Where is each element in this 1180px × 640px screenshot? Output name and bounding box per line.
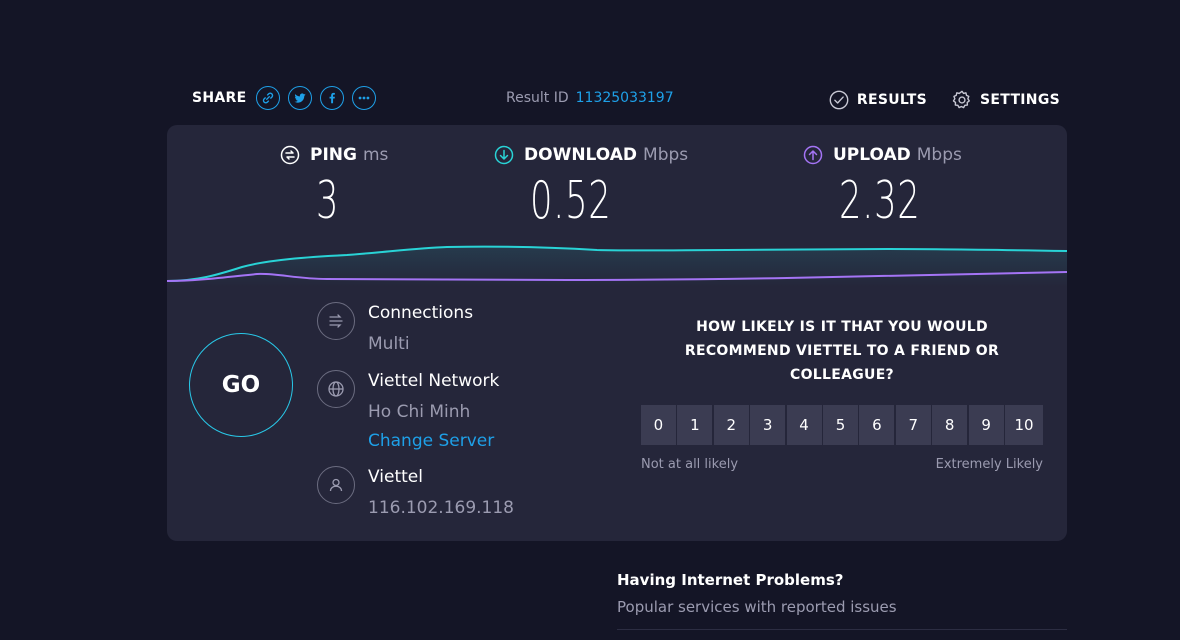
connections-info: Connections Multi [317,302,473,355]
connections-title: Connections [368,303,474,323]
isp-info: Viettel 116.102.169.118 [317,466,514,519]
rating-scale: 0 1 2 3 4 5 6 7 8 9 10 [641,405,1043,445]
change-server-link[interactable]: Change Server [368,430,499,452]
scale-low-label: Not at all likely [641,457,739,472]
rating-button-10[interactable]: 10 [1005,405,1043,445]
twitter-icon[interactable] [288,86,313,110]
rating-button-8[interactable]: 8 [932,405,968,445]
globe-icon [317,370,355,408]
ping-icon [280,145,300,165]
upload-value: 2.32 [839,171,921,231]
rating-button-7[interactable]: 7 [895,405,931,445]
scale-high-label: Extremely Likely [935,457,1043,472]
top-nav: RESULTS SETTINGS [804,84,1060,116]
gear-icon [952,90,970,109]
download-icon [494,145,514,165]
facebook-icon[interactable] [320,86,345,110]
server-info: Viettel Network Ho Chi Minh Change Serve… [317,370,499,452]
upload-metric: UPLOAD Mbps 2.32 [803,143,962,229]
rating-button-6[interactable]: 6 [859,405,895,445]
problems-title: Having Internet Problems? [617,571,844,589]
download-metric: DOWNLOAD Mbps 0.52 [494,143,688,229]
rating-button-4[interactable]: 4 [786,405,822,445]
ping-value: 3 [316,171,340,231]
problems-subtitle: Popular services with reported issues [617,598,897,616]
result-id-link[interactable]: 11325033197 [576,90,674,106]
share-group: SHARE [192,82,384,114]
upload-icon [803,145,823,165]
ping-label: PING [310,145,357,165]
download-value: 0.52 [530,171,612,231]
settings-label: SETTINGS [980,92,1060,108]
top-bar: SHARE Result ID 11325033197 RESULTS SETT… [0,82,1180,116]
ping-unit: ms [362,145,389,165]
settings-button[interactable]: SETTINGS [951,89,1060,111]
connections-icon [317,302,355,340]
download-unit: Mbps [643,145,689,165]
result-id-label: Result ID [506,90,569,106]
rating-button-1[interactable]: 1 [677,405,713,445]
rating-button-0[interactable]: 0 [641,405,676,445]
share-label: SHARE [192,90,247,106]
user-icon [317,466,355,504]
download-label: DOWNLOAD [524,145,638,165]
isp-name: Viettel [368,467,423,487]
divider [617,629,1067,630]
more-icon[interactable] [352,86,377,110]
isp-ip: 116.102.169.118 [368,498,515,518]
server-name: Viettel Network [368,371,500,391]
rating-button-9[interactable]: 9 [968,405,1004,445]
upload-label: UPLOAD [833,145,911,165]
server-location: Ho Chi Minh [368,402,471,422]
results-button[interactable]: RESULTS [828,89,927,111]
results-label: RESULTS [856,92,928,108]
ping-metric: PING ms 3 [280,143,388,229]
download-graph-fill [167,246,1067,287]
result-id-group: Result ID 11325033197 [506,82,674,114]
recommend-survey: HOW LIKELY IS IT THAT YOU WOULD RECOMMEN… [641,315,1043,472]
go-button[interactable]: GO [189,333,293,437]
link-icon[interactable] [256,86,281,110]
upload-unit: Mbps [916,145,962,165]
rating-button-5[interactable]: 5 [823,405,858,445]
internet-problems-section: Having Internet Problems? Popular servic… [617,570,1067,630]
results-panel: PING ms 3 DOWNLOAD Mbps 0.52 UPLOAD Mbps… [167,125,1067,541]
rating-button-3[interactable]: 3 [750,405,786,445]
survey-question: HOW LIKELY IS IT THAT YOU WOULD RECOMMEN… [684,319,1000,383]
speed-graph [167,245,1067,287]
connections-value: Multi [368,334,410,354]
check-circle-icon [829,90,849,110]
rating-button-2[interactable]: 2 [713,405,749,445]
